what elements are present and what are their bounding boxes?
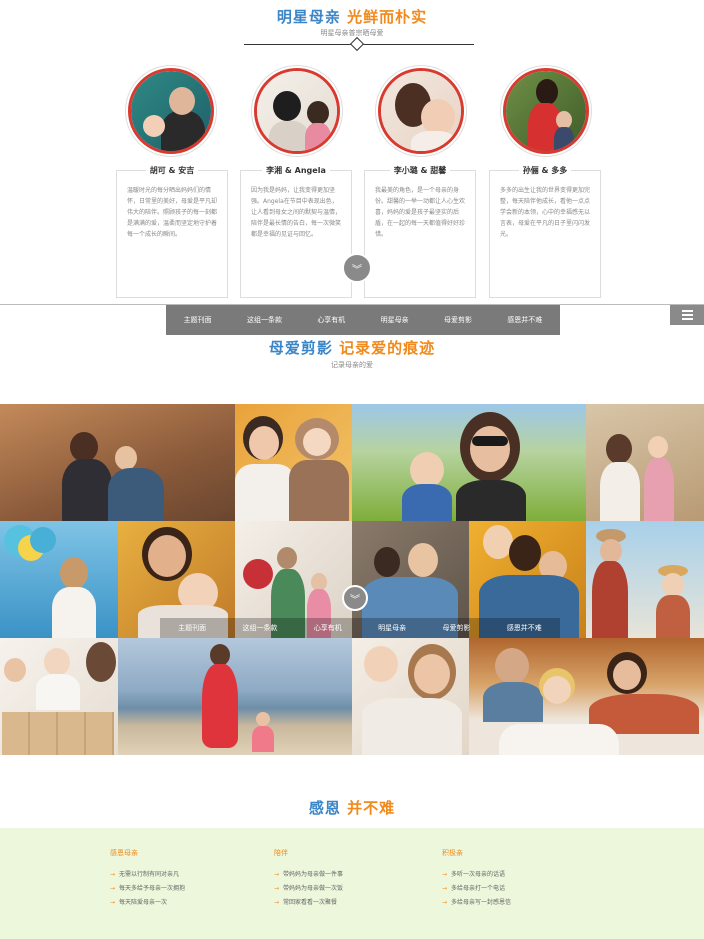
nav-item-gratitude[interactable]: 感恩并不难: [507, 315, 542, 325]
gallery-overlay-nav: 主题刊面 这组一条款 心享有机 明星母亲 母爱剪影 感恩并不难: [160, 618, 560, 638]
title-part-blue: 明星母亲: [276, 8, 341, 26]
photo-tile[interactable]: [352, 404, 586, 521]
footer-heading: 陪伴: [274, 849, 288, 857]
photo-tile[interactable]: [586, 404, 704, 521]
photo-tile[interactable]: [352, 638, 469, 755]
photo-tile[interactable]: [469, 638, 704, 755]
footer-list-item[interactable]: → 每天陪爱母亲一次: [110, 896, 260, 910]
footer-list-item[interactable]: → 多给母亲打一个电话: [442, 882, 592, 896]
profile-card-3: 李小璐 & 甜馨 我最美的角色，是一个母亲的身份。甜馨的一举一动都让人心生欢喜，…: [364, 166, 476, 298]
profile-card-1: 胡可 & 安吉 温暖时光的每分晒出妈妈们的情怀，日常里的美好，母爱是平凡却伟大的…: [116, 166, 228, 298]
title-part-blue: 感恩: [308, 799, 341, 817]
footer-list-item[interactable]: → 多给母亲写一封感恩信: [442, 896, 592, 910]
overlay-nav-item[interactable]: 母爱剪影: [442, 623, 470, 633]
overlay-nav-item[interactable]: 明星母亲: [378, 623, 406, 633]
diamond-ornament-icon: [349, 36, 365, 52]
profile-card-4: 孙俪 & 多多 多多的出生让我的世界变得更加完整，每天陪伴他成长，看他一点点学会…: [489, 166, 601, 298]
footer-column-3: 积极亲 → 多听一次母亲的话语 → 多给母亲打一个电话 → 多给母亲写一封感恩信: [442, 848, 592, 910]
footer-heading: 感恩母亲: [110, 849, 138, 857]
profile-card-2: 李湘 & Angela 因为我是妈妈，让我变得更加坚强。Angela在节目中表现…: [240, 166, 352, 298]
footer-column-2: 陪伴 → 带妈妈为母亲做一件事 → 带妈妈为母亲做一次饭 → 常回家看看一次聚餐: [274, 848, 424, 910]
photo-tile[interactable]: [0, 521, 118, 638]
overlay-nav-item[interactable]: 主题刊面: [178, 623, 206, 633]
section-subtitle-gallery: 记录母亲的爱: [331, 361, 373, 369]
nav-item-star-mothers[interactable]: 明星母亲: [381, 315, 409, 325]
title-part-blue: 母爱剪影: [268, 339, 333, 357]
double-chevron-down-icon[interactable]: ︾: [342, 585, 368, 611]
title-part-orange: 并不难: [347, 799, 396, 817]
card-name: 李小璐 & 甜馨: [389, 166, 451, 175]
card-text: 温暖时光的每分晒出妈妈们的情怀，日常里的美好，母爱是平凡却伟大的陪伴。照顾孩子的…: [127, 187, 218, 238]
overlay-nav-item[interactable]: 这组一条款: [242, 623, 277, 633]
card-name: 胡可 & 安吉: [145, 166, 199, 175]
photo-tile[interactable]: [235, 404, 352, 521]
avatar-mother-4[interactable]: [503, 68, 589, 154]
footer-heading: 积极亲: [442, 849, 463, 857]
card-text: 多多的出生让我的世界变得更加完整，每天陪伴他成长，看他一点点学会新的本领，心中的…: [500, 187, 591, 238]
card-name: 李湘 & Angela: [262, 166, 330, 175]
overlay-nav-item[interactable]: 感恩并不难: [507, 623, 542, 633]
footer-list-item[interactable]: → 带妈妈为母亲做一次饭: [274, 882, 424, 896]
nav-item-theme[interactable]: 主题刊面: [184, 315, 212, 325]
title-part-orange: 光鲜而朴实: [347, 8, 428, 26]
nav-item-clause[interactable]: 这组一条款: [247, 315, 282, 325]
page: 明星母亲 光鲜而朴实 明星母亲普宗晒母爱 胡可 & 安吉 温暖时光的每分晒出妈妈…: [0, 0, 704, 939]
footer-list-item[interactable]: → 无需以行制有同对亲凡: [110, 868, 260, 882]
footer-list-item[interactable]: → 多听一次母亲的话语: [442, 868, 592, 882]
main-nav: 主题刊面 这组一条款 心享有机 明星母亲 母爱剪影 感恩并不难: [166, 305, 560, 335]
section-title-stars: 明星母亲 光鲜而朴实: [0, 6, 704, 27]
photo-tile[interactable]: [118, 638, 352, 755]
section-subtitle-stars: 明星母亲普宗晒母爱: [320, 29, 384, 37]
section-title-gratitude: 感恩 并不难: [0, 797, 704, 818]
card-name: 孙俪 & 多多: [518, 166, 572, 175]
footer-list-item[interactable]: → 带妈妈为母亲做一件事: [274, 868, 424, 882]
photo-tile[interactable]: [586, 521, 704, 638]
menu-icon[interactable]: [670, 305, 704, 325]
footer-list-item[interactable]: → 每天多给予母亲一次拥抱: [110, 882, 260, 896]
photo-tile[interactable]: [0, 638, 118, 755]
section-title-gallery: 母爱剪影 记录爱的痕迹: [0, 337, 704, 358]
avatar-mother-2[interactable]: [254, 68, 340, 154]
card-text: 我最美的角色，是一个母亲的身份。甜馨的一举一动都让人心生欢喜，妈妈的爱是孩子最坚…: [375, 187, 466, 238]
footer-column-1: 感恩母亲 → 无需以行制有同对亲凡 → 每天多给予母亲一次拥抱 → 每天陪爱母亲一次: [110, 848, 260, 910]
nav-item-silhouette[interactable]: 母爱剪影: [444, 315, 472, 325]
title-part-orange: 记录爱的痕迹: [339, 339, 436, 357]
footer-tips: 感恩母亲 → 无需以行制有同对亲凡 → 每天多给予母亲一次拥抱 → 每天陪爱母亲一次 …: [0, 828, 704, 939]
avatar-mother-3[interactable]: [378, 68, 464, 154]
footer-list-item[interactable]: → 常回家看看一次聚餐: [274, 896, 424, 910]
double-chevron-down-icon[interactable]: ︾: [342, 253, 372, 283]
avatar-mother-1[interactable]: [128, 68, 214, 154]
overlay-nav-item[interactable]: 心享有机: [314, 623, 342, 633]
nav-item-share[interactable]: 心享有机: [317, 315, 345, 325]
photo-tile[interactable]: [0, 404, 235, 521]
card-text: 因为我是妈妈，让我变得更加坚强。Angela在节目中表现出色，让人看到母女之间的…: [251, 187, 342, 238]
